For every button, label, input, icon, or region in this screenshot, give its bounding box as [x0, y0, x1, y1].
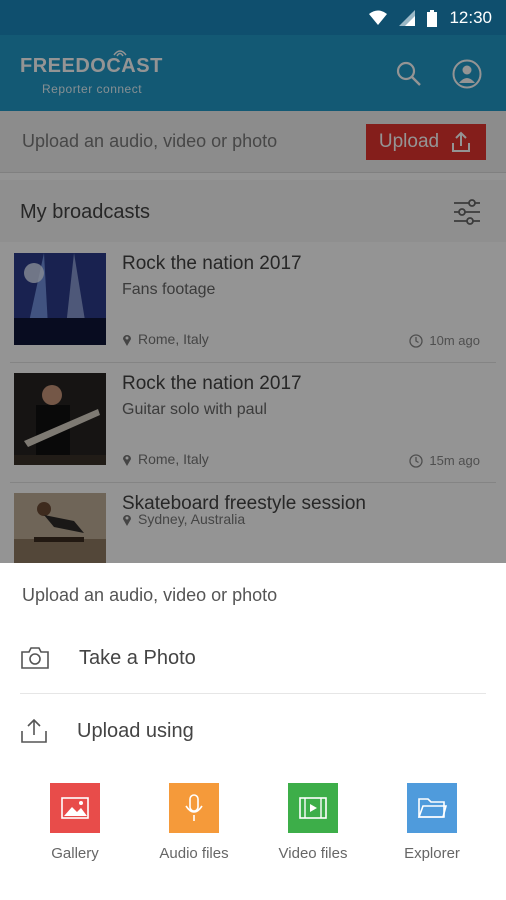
status-bar: 12:30 [0, 0, 506, 35]
audio-files-label: Audio files [159, 845, 229, 862]
signal-icon [399, 10, 416, 26]
folder-icon [407, 783, 457, 833]
video-files-label: Video files [278, 845, 348, 862]
gallery-tile[interactable]: Gallery [15, 783, 135, 862]
divider [20, 693, 486, 694]
film-icon [288, 783, 338, 833]
gallery-icon [50, 783, 100, 833]
upload-using-label: Upload using [77, 719, 194, 742]
camera-icon [21, 647, 49, 669]
wifi-icon [369, 10, 388, 25]
gallery-label: Gallery [51, 845, 99, 862]
battery-icon [427, 9, 438, 27]
explorer-tile[interactable]: Explorer [372, 783, 492, 862]
upload-source-tiles: Gallery Audio files Video files Explorer [0, 783, 506, 873]
audio-files-tile[interactable]: Audio files [134, 783, 254, 862]
status-time: 12:30 [449, 8, 492, 27]
video-files-tile[interactable]: Video files [253, 783, 373, 862]
upload-bottom-sheet: Upload an audio, video or photo Take a P… [0, 563, 506, 900]
take-photo-label: Take a Photo [79, 646, 196, 669]
modal-scrim[interactable] [0, 35, 506, 563]
sheet-title: Upload an audio, video or photo [22, 585, 278, 605]
upload-using-option[interactable]: Upload using [0, 703, 506, 759]
microphone-icon [169, 783, 219, 833]
take-photo-option[interactable]: Take a Photo [0, 630, 506, 686]
explorer-label: Explorer [404, 845, 460, 862]
upload-icon [21, 718, 47, 743]
